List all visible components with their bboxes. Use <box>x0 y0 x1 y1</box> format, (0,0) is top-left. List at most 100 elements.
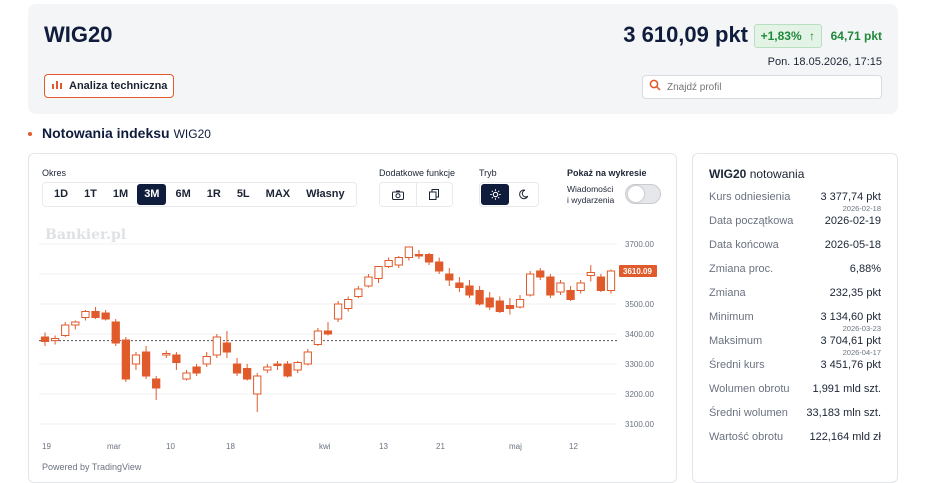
candle-body <box>536 270 545 278</box>
x-tick-label: 12 <box>569 442 578 451</box>
period-button-max[interactable]: MAX <box>259 184 297 205</box>
period-button-1t[interactable]: 1T <box>77 184 104 205</box>
candle-body <box>273 363 282 366</box>
moon-icon[interactable] <box>509 184 537 205</box>
x-tick-label: mar <box>107 442 121 451</box>
candle-body <box>232 363 242 374</box>
candle-body <box>172 354 181 363</box>
candle-body <box>121 339 130 380</box>
candle-body <box>465 285 474 296</box>
change-absolute: 64,71 pkt <box>830 29 882 43</box>
candle-body <box>50 338 60 342</box>
x-tick-label: 19 <box>42 442 51 451</box>
candle-body <box>475 290 484 305</box>
period-button-1m[interactable]: 1M <box>106 184 135 205</box>
profile-search[interactable] <box>642 75 882 99</box>
y-tick-label: 3500.00 <box>625 300 654 309</box>
stat-label: Wartość obrotu <box>709 431 784 443</box>
candle-body <box>111 321 120 344</box>
period-button-własny[interactable]: Własny <box>299 184 352 205</box>
stat-value: 2026-05-18 <box>824 239 881 251</box>
candle-body <box>162 353 171 356</box>
stat-date: 2026-02-18 <box>842 204 881 213</box>
candle-body <box>586 272 595 276</box>
section-title-main: Notowania indeksu <box>42 125 170 141</box>
stat-row: Kurs odniesienia 3 377,74 pkt <box>709 191 881 203</box>
search-input[interactable] <box>667 81 867 93</box>
stat-value: 2026-02-19 <box>824 215 881 227</box>
technical-analysis-label: Analiza techniczna <box>69 80 168 92</box>
stat-label: Zmiana proc. <box>709 263 774 275</box>
y-tick-label: 3200.00 <box>625 390 654 399</box>
period-button-6m[interactable]: 6M <box>168 184 197 205</box>
candle-body <box>526 273 535 296</box>
candle-body <box>576 282 585 291</box>
stat-row: Data końcowa 2026-05-18 <box>709 239 881 251</box>
stat-label: Data początkowa <box>709 215 794 227</box>
change-percent-badge: +1,83% ↑ <box>753 24 822 48</box>
x-tick-label: 21 <box>436 442 445 451</box>
bar-chart-icon <box>51 75 63 97</box>
candle-body <box>414 254 424 257</box>
period-button-3m[interactable]: 3M <box>137 184 167 205</box>
copy-icon[interactable] <box>415 183 453 206</box>
candle-body <box>435 261 444 272</box>
y-tick-label: 3300.00 <box>625 360 654 369</box>
stat-date: 2026-03-23 <box>842 324 881 333</box>
stat-label: Minimum <box>709 311 754 323</box>
y-tick-label: 3400.00 <box>625 330 654 339</box>
candle-body <box>566 290 575 300</box>
candle-body <box>192 366 201 374</box>
candlestick-chart[interactable]: 3700.003600.003500.003400.003300.003200.… <box>29 224 678 459</box>
candle-body <box>283 363 292 377</box>
mode-selector <box>479 182 539 207</box>
technical-analysis-button[interactable]: Analiza techniczna <box>44 74 175 98</box>
candle-body <box>556 282 565 293</box>
candle-body <box>333 303 343 320</box>
candle-body <box>546 276 555 296</box>
candle-body <box>202 356 211 365</box>
x-tick-label: kwi <box>319 442 331 451</box>
x-tick-label: 13 <box>379 442 388 451</box>
camera-icon[interactable] <box>380 183 416 206</box>
stat-label: Maksimum <box>709 335 763 347</box>
x-tick-label: 18 <box>226 442 235 451</box>
stats-title: WIG20 notowania <box>709 167 804 181</box>
candle-body <box>101 312 110 320</box>
candle-body <box>253 375 262 395</box>
stat-label: Średni wolumen <box>709 407 788 419</box>
stats-title-rest: notowania <box>749 167 805 181</box>
sun-icon[interactable] <box>481 184 509 205</box>
stat-value: 122,164 mld zł <box>809 431 881 443</box>
index-price: 3 610,09 pkt <box>623 22 748 47</box>
stats-title-index: WIG20 <box>709 167 747 181</box>
stat-row: Zmiana proc. 6,88% <box>709 263 881 275</box>
candle-body <box>212 336 221 356</box>
candle-body <box>152 378 161 389</box>
candle-body <box>303 351 312 365</box>
x-tick-label: 10 <box>166 442 175 451</box>
candle-body <box>323 330 333 335</box>
period-button-1d[interactable]: 1D <box>47 184 75 205</box>
bankier-watermark: Bankier.pl <box>45 227 126 243</box>
timestamp: Pon. 18.05.2026, 17:15 <box>767 56 882 68</box>
search-icon <box>649 78 661 96</box>
candle-body <box>374 266 383 279</box>
show-on-chart-label: Pokaż na wykresie <box>567 168 647 178</box>
last-price-label: 3610.09 <box>623 267 652 276</box>
candle-body <box>485 297 494 308</box>
stat-value: 3 377,74 pkt <box>820 191 881 203</box>
events-toggle[interactable] <box>625 184 661 204</box>
period-button-5l[interactable]: 5L <box>230 184 257 205</box>
candle-body <box>404 246 413 258</box>
candle-body <box>263 366 272 371</box>
candle-body <box>131 354 141 365</box>
candle-body <box>424 254 434 263</box>
candle-body <box>596 276 606 291</box>
section-title: Notowania indeksu WIG20 <box>28 125 211 141</box>
period-button-1r[interactable]: 1R <box>200 184 228 205</box>
stat-label: Wolumen obrotu <box>709 383 790 395</box>
change-percent-value: +1,83% <box>760 29 802 43</box>
stat-value: 3 134,60 pkt <box>820 311 881 323</box>
extra-functions-group <box>379 182 453 207</box>
